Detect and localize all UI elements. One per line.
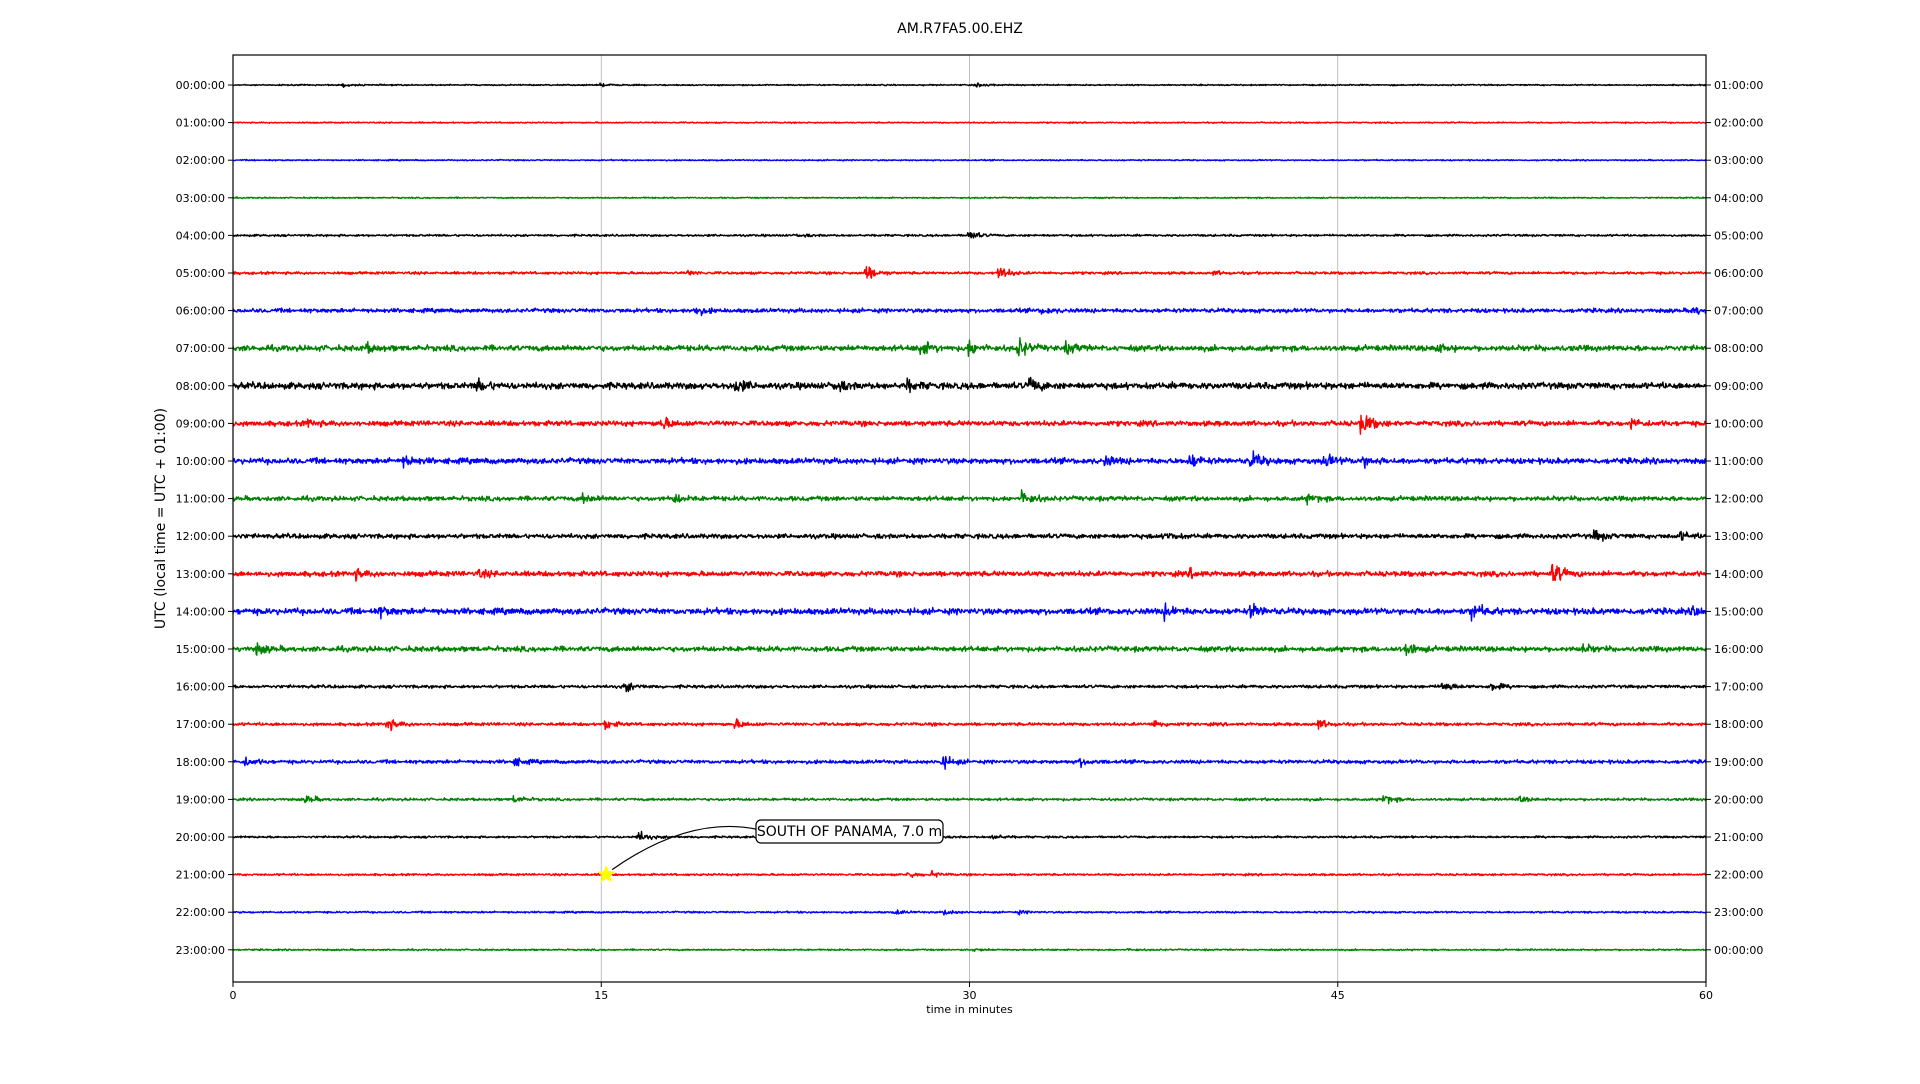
y-left-tick-label: 20:00:00 <box>176 831 225 844</box>
x-tick-label: 30 <box>963 989 977 1002</box>
annotation-label: SOUTH OF PANAMA, 7.0 m <box>757 824 942 840</box>
y-right-tick-label: 10:00:00 <box>1714 417 1763 430</box>
y-left-tick-label: 22:00:00 <box>176 906 225 919</box>
helicorder-plot: AM.R7FA5.00.EHZ SOUTH OF PANAMA, 7.0 m 0… <box>0 0 1920 1080</box>
x-tick-label: 0 <box>230 989 237 1002</box>
y-right-tick-label: 00:00:00 <box>1714 944 1763 957</box>
y-left-tick-label: 11:00:00 <box>176 493 225 506</box>
y-right-tick-label: 19:00:00 <box>1714 756 1763 769</box>
y-right-tick-label: 20:00:00 <box>1714 793 1763 806</box>
y-left-tick-label: 03:00:00 <box>176 192 225 205</box>
y-right-tick-label: 11:00:00 <box>1714 455 1763 468</box>
y-left-tick-label: 18:00:00 <box>176 756 225 769</box>
y-left-tick-label: 06:00:00 <box>176 305 225 318</box>
y-right-tick-label: 03:00:00 <box>1714 154 1763 167</box>
y-right-tick-label: 05:00:00 <box>1714 229 1763 242</box>
x-tick-label: 15 <box>594 989 608 1002</box>
y-left-tick-label: 23:00:00 <box>176 944 225 957</box>
y-left-tick-label: 21:00:00 <box>176 869 225 882</box>
y-right-tick-label: 22:00:00 <box>1714 869 1763 882</box>
trace-line <box>232 121 1707 125</box>
trace-line <box>232 196 1707 200</box>
y-right-tick-label: 04:00:00 <box>1714 192 1763 205</box>
y-left-tick-label: 12:00:00 <box>176 530 225 543</box>
y-left-tick-label: 00:00:00 <box>176 79 225 92</box>
y-right-tick-label: 12:00:00 <box>1714 493 1763 506</box>
y-right-tick-label: 07:00:00 <box>1714 305 1763 318</box>
x-axis-label: time in minutes <box>926 1003 1013 1016</box>
chart-title: AM.R7FA5.00.EHZ <box>897 21 1023 37</box>
figure-background <box>0 0 1920 1080</box>
y-left-tick-label: 14:00:00 <box>176 605 225 618</box>
y-right-tick-label: 01:00:00 <box>1714 79 1763 92</box>
y-right-tick-label: 16:00:00 <box>1714 643 1763 656</box>
y-right-tick-label: 18:00:00 <box>1714 718 1763 731</box>
y-left-tick-label: 13:00:00 <box>176 568 225 581</box>
y-right-tick-label: 15:00:00 <box>1714 605 1763 618</box>
y-left-tick-label: 15:00:00 <box>176 643 225 656</box>
y-right-tick-label: 08:00:00 <box>1714 342 1763 355</box>
x-tick-label: 60 <box>1699 989 1713 1002</box>
y-right-tick-label: 13:00:00 <box>1714 530 1763 543</box>
y-left-tick-label: 09:00:00 <box>176 417 225 430</box>
y-left-tick-label: 10:00:00 <box>176 455 225 468</box>
y-left-tick-label: 16:00:00 <box>176 681 225 694</box>
y-right-tick-label: 21:00:00 <box>1714 831 1763 844</box>
y-right-tick-label: 06:00:00 <box>1714 267 1763 280</box>
y-right-tick-label: 14:00:00 <box>1714 568 1763 581</box>
y-left-tick-label: 04:00:00 <box>176 229 225 242</box>
y-left-tick-label: 07:00:00 <box>176 342 225 355</box>
y-left-tick-label: 01:00:00 <box>176 117 225 130</box>
y-axis-label: UTC (local time = UTC + 01:00) <box>153 408 169 629</box>
y-left-tick-label: 05:00:00 <box>176 267 225 280</box>
y-left-tick-label: 08:00:00 <box>176 380 225 393</box>
y-left-tick-label: 02:00:00 <box>176 154 225 167</box>
y-right-tick-label: 02:00:00 <box>1714 117 1763 130</box>
y-right-tick-label: 17:00:00 <box>1714 681 1763 694</box>
x-tick-label: 45 <box>1331 989 1345 1002</box>
y-left-tick-label: 17:00:00 <box>176 718 225 731</box>
y-right-tick-label: 23:00:00 <box>1714 906 1763 919</box>
seismogram-figure: AM.R7FA5.00.EHZ SOUTH OF PANAMA, 7.0 m 0… <box>0 0 1920 1080</box>
y-right-tick-label: 09:00:00 <box>1714 380 1763 393</box>
y-left-tick-label: 19:00:00 <box>176 793 225 806</box>
